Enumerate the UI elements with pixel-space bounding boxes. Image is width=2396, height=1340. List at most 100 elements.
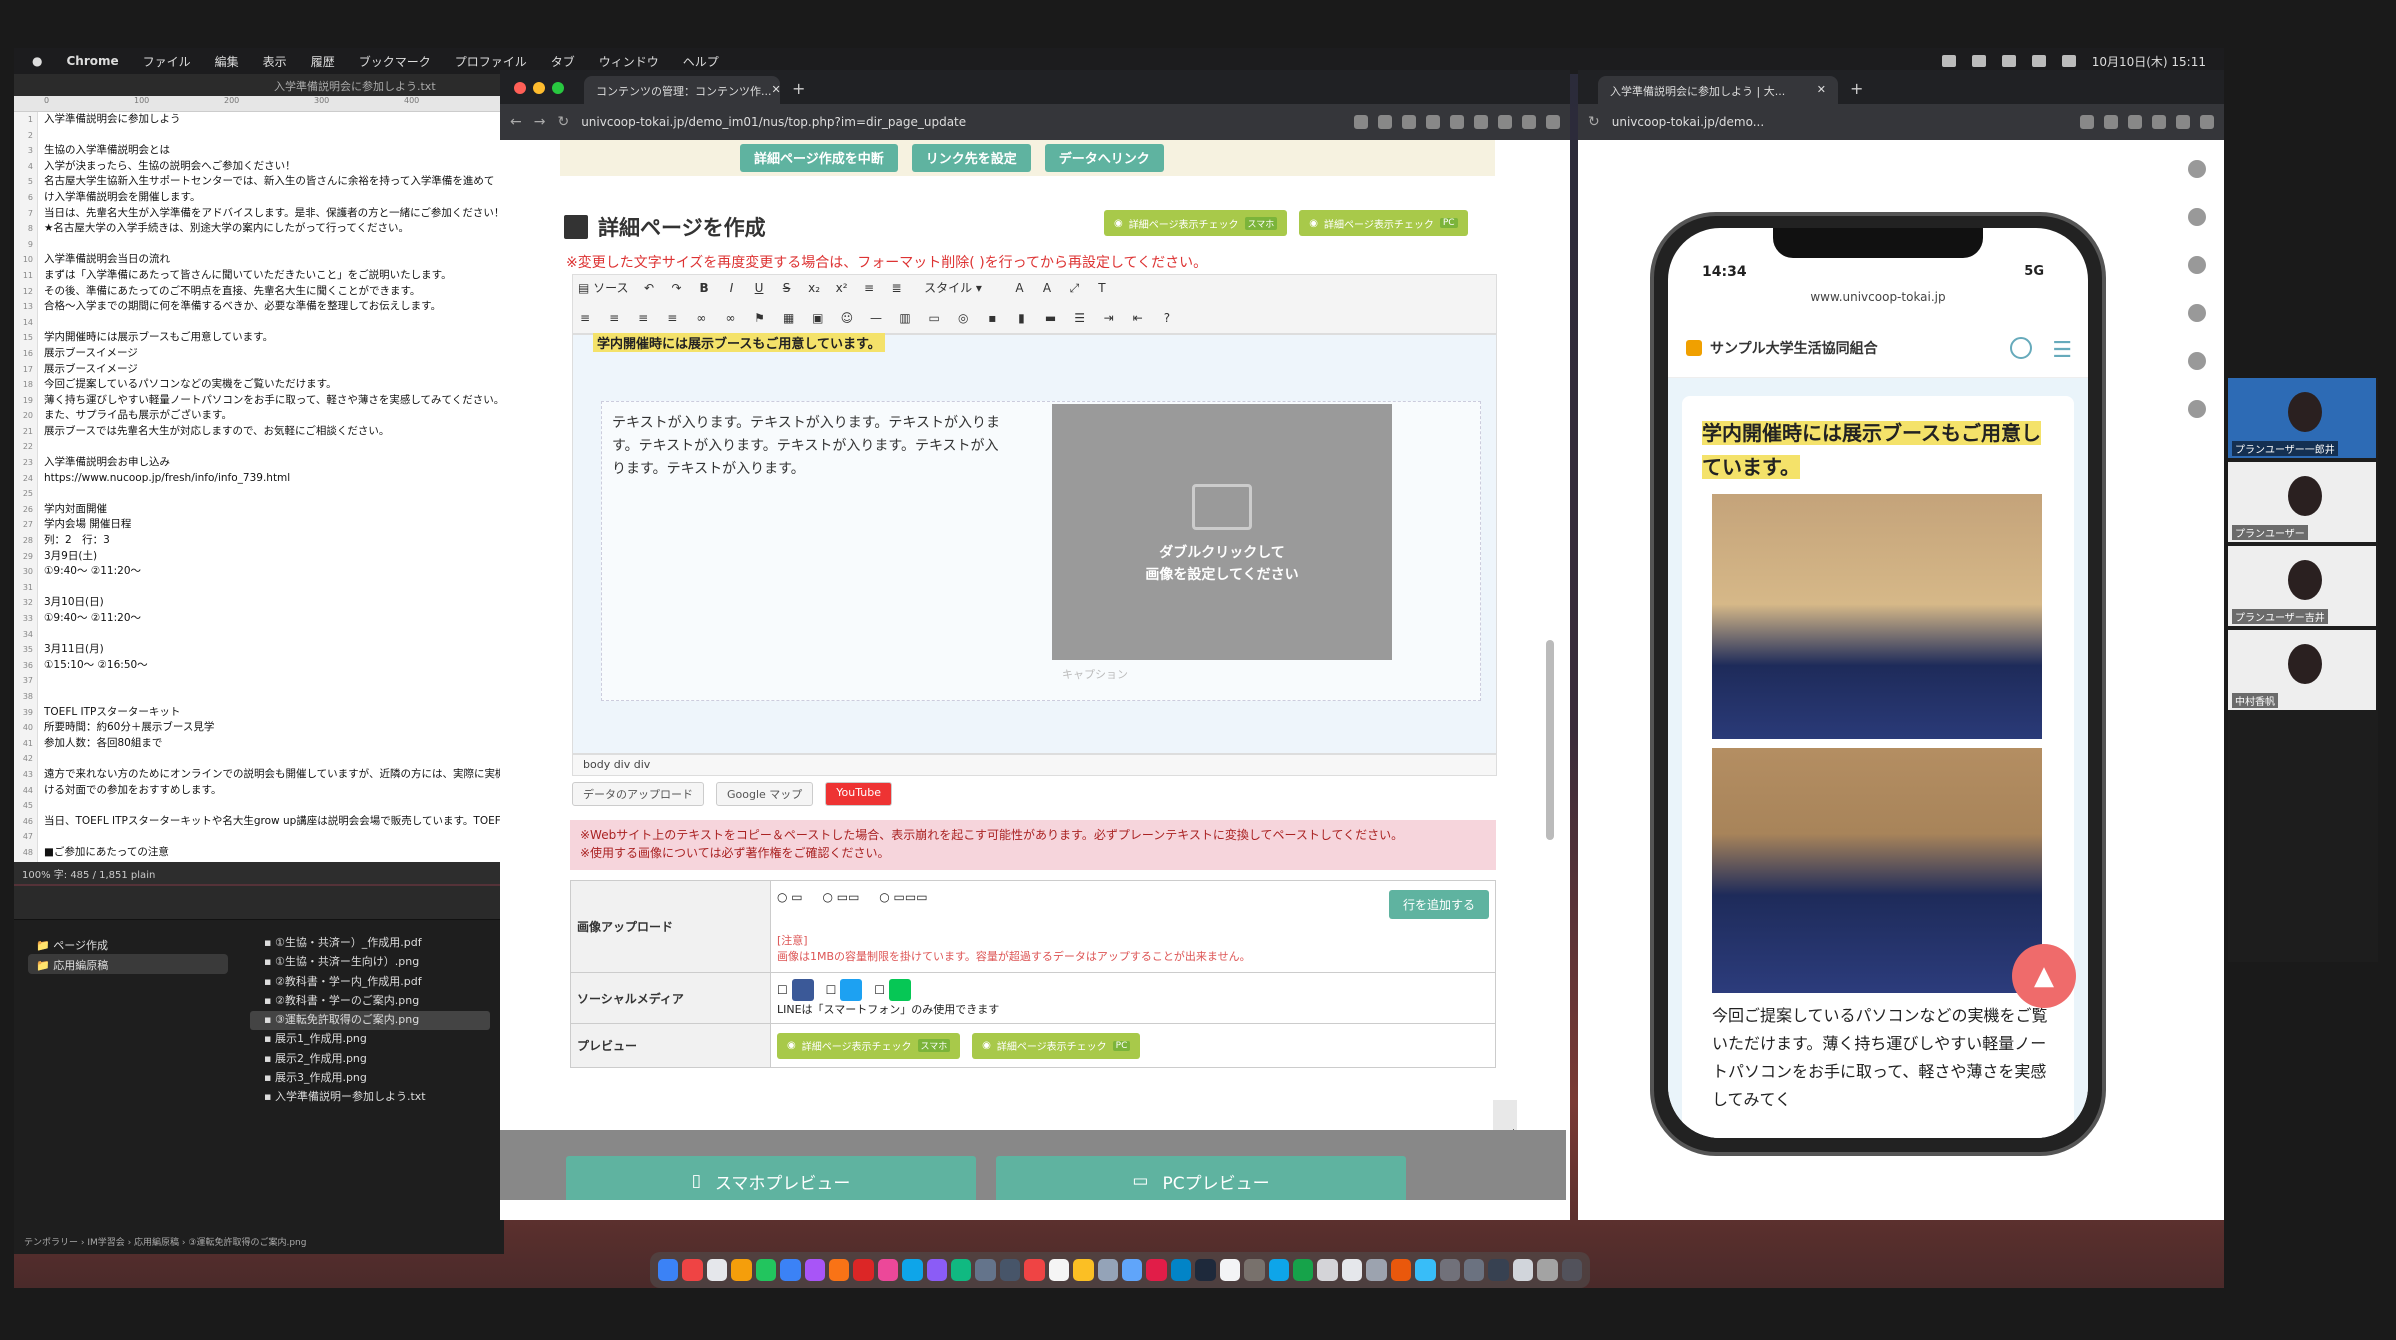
extension-icon[interactable] [1450, 115, 1464, 129]
bullet-list-icon[interactable]: ≣ [890, 281, 904, 295]
extension-icon[interactable] [2152, 115, 2166, 129]
minimize-window-button[interactable] [533, 82, 545, 94]
tray-icon[interactable] [1941, 55, 1956, 67]
reload-icon[interactable]: ↻ [557, 114, 569, 130]
text-line[interactable]: 当日は、先輩名大生が入学準備をアドバイスします。是非、保護者の方と一緒にご参加く… [44, 206, 503, 222]
text-color-icon[interactable]: A [1012, 281, 1026, 295]
dock-app-icon[interactable] [1537, 1259, 1558, 1281]
google-map-button[interactable]: Google マップ [716, 782, 814, 806]
dock-app-icon[interactable] [658, 1259, 679, 1281]
line-checkbox[interactable]: ☐ [874, 979, 919, 1001]
text-line[interactable]: 3月10日(日) [44, 595, 503, 611]
sp-preview-button[interactable]: ▯ スマホプレビュー [566, 1156, 976, 1200]
link-data-button[interactable]: データへリンク [1044, 144, 1164, 172]
text-line[interactable]: https://www.nucoop.jp/fresh/info/info_73… [44, 471, 503, 487]
dock-app-icon[interactable] [1512, 1259, 1534, 1281]
folder-item[interactable]: 📁 応用編原稿 [28, 954, 228, 974]
dock-app-icon[interactable] [1341, 1259, 1363, 1281]
layout-radio-3[interactable]: ○ ▭▭▭ [879, 890, 927, 904]
numbered-list-icon[interactable]: ≡ [862, 281, 876, 295]
text-line[interactable] [44, 751, 503, 767]
extension-icon[interactable] [1474, 115, 1488, 129]
url-field[interactable]: univcoop-tokai.jp/demo... [1612, 115, 1764, 129]
dock-app-icon[interactable] [1439, 1259, 1460, 1281]
video-icon[interactable] [2188, 400, 2206, 418]
source-button[interactable]: ▤ ソース [578, 281, 629, 295]
text-line[interactable]: 生協の入学準備説明会とは [44, 143, 503, 159]
button-icon[interactable]: ▬ [1044, 311, 1058, 325]
underline-icon[interactable]: U [752, 281, 766, 295]
extension-icon[interactable] [2128, 115, 2142, 129]
new-tab-button[interactable]: + [792, 79, 805, 98]
dock-app-icon[interactable] [999, 1259, 1021, 1281]
dock-app-icon[interactable] [1415, 1259, 1436, 1281]
dock-app-icon[interactable] [780, 1259, 801, 1281]
text-line[interactable]: 入学準備説明会お申し込み [44, 455, 503, 471]
subscript-icon[interactable]: x₂ [807, 281, 821, 295]
highlighted-heading[interactable]: 学内開催時には展示ブースもご用意しています。 [593, 333, 885, 352]
apple-icon[interactable]: ● [32, 54, 42, 68]
dock-app-icon[interactable] [877, 1259, 899, 1281]
column-icon[interactable]: ▮ [1014, 311, 1028, 325]
dock-app-icon[interactable] [1146, 1259, 1167, 1281]
text-line[interactable]: 参加人数：各回80組まで [44, 736, 503, 752]
align-right-icon[interactable]: ≡ [636, 311, 650, 325]
menu-app[interactable]: Chrome [66, 54, 118, 68]
dock-app-icon[interactable] [951, 1259, 972, 1281]
close-window-button[interactable] [514, 82, 526, 94]
dock-app-icon[interactable] [1292, 1259, 1314, 1281]
zoom-icon[interactable] [1354, 115, 1368, 129]
file-item[interactable]: ▪ ①生協・共済ー）_作成用.pdf [250, 934, 490, 953]
bg-color-icon[interactable]: A [1040, 281, 1054, 295]
close-tab-icon[interactable]: ✕ [1817, 83, 1826, 97]
extension-icon[interactable] [1498, 115, 1512, 129]
text-line[interactable]: 学内開催時には展示ブースもご用意しています。 [44, 330, 503, 346]
undo-icon[interactable]: ↶ [642, 281, 656, 295]
text-line[interactable]: 当日、TOEFL ITPスターターキットや名大生grow up講座は説明会会場で… [44, 814, 503, 830]
menu-view[interactable]: 表示 [263, 53, 287, 70]
text-line[interactable]: ★名古屋大学の入学手続きは、別途大学の案内にしたがって行ってください。 [44, 221, 503, 237]
text-line[interactable]: 3月9日(土) [44, 549, 503, 565]
spell-icon[interactable]: ◎ [956, 311, 970, 325]
dock-app-icon[interactable] [682, 1259, 703, 1281]
file-item[interactable]: ▪ 展示2_作成用.png [250, 1050, 490, 1069]
dock-app-icon[interactable] [853, 1259, 874, 1281]
text-line[interactable]: 入学が決まったら、生協の説明会へご参加ください！ [44, 159, 503, 175]
emoji-icon[interactable]: ☺ [840, 311, 854, 325]
sp-check-button[interactable]: ◉ 詳細ページ表示チェック スマホ [1104, 210, 1288, 236]
participant-tile[interactable]: プランユーザー一郎井 [2228, 378, 2376, 458]
unlink-icon[interactable]: ∞ [723, 311, 737, 325]
youtube-button[interactable]: YouTube [825, 782, 893, 806]
text-line[interactable] [44, 798, 503, 814]
pc-check-button[interactable]: ◉ 詳細ページ表示チェック PC [1299, 210, 1468, 236]
dock-app-icon[interactable] [1024, 1259, 1045, 1281]
dock-app-icon[interactable] [1122, 1259, 1143, 1281]
close-panel-icon[interactable] [2188, 160, 2206, 178]
info-icon[interactable] [2188, 256, 2206, 274]
editor-content[interactable]: 1 2 3 4 5 6 7 8 9 10 11 12 13 14 15 16 17 18 19 20 21 22 23 24 2… [14, 112, 503, 862]
text-line[interactable]: 所要時間：約60分＋展示ブース見学 [44, 720, 503, 736]
text-line[interactable]: ①15:10〜 ②16:50〜 [44, 658, 503, 674]
table-icon[interactable]: ▦ [782, 311, 796, 325]
justify-icon[interactable]: ≡ [665, 311, 679, 325]
dock-app-icon[interactable] [804, 1259, 825, 1281]
text-line[interactable]: 入学準備説明会当日の流れ [44, 252, 503, 268]
image-placeholder[interactable]: ダブルクリックして 画像を設定してください [1052, 404, 1392, 660]
extension-icon[interactable] [2200, 115, 2214, 129]
text-line[interactable]: ①9:40〜 ②11:20〜 [44, 564, 503, 580]
text-line[interactable] [44, 580, 503, 596]
participant-tile[interactable]: プランユーザー [2228, 462, 2376, 542]
text-line[interactable] [44, 673, 503, 689]
forward-icon[interactable]: → [534, 114, 546, 130]
extension-icon[interactable] [1402, 115, 1416, 129]
bold-icon[interactable]: B [697, 281, 711, 295]
file-item[interactable]: ▪ 入学準備説明ー参加しよう.txt [250, 1088, 490, 1107]
style-dropdown[interactable]: スタイル ▾ [924, 281, 982, 295]
anchor-icon[interactable]: ⚑ [753, 311, 767, 325]
twitter-checkbox[interactable]: ☐ [826, 979, 871, 1001]
file-item[interactable]: ▪ ②教科書・学ーのご案内.png [250, 992, 490, 1011]
text-line[interactable]: 合格〜入学までの期間に何を準備するべきか、必要な準備を整理してお伝えします。 [44, 299, 503, 315]
device-icon[interactable] [2188, 208, 2206, 226]
hamburger-menu-icon[interactable]: ☰ [2052, 338, 2072, 363]
text-line[interactable]: 薄く持ち運びしやすい軽量ノートパソコンをお手に取って、軽さや薄さを実感してみてく… [44, 393, 503, 409]
